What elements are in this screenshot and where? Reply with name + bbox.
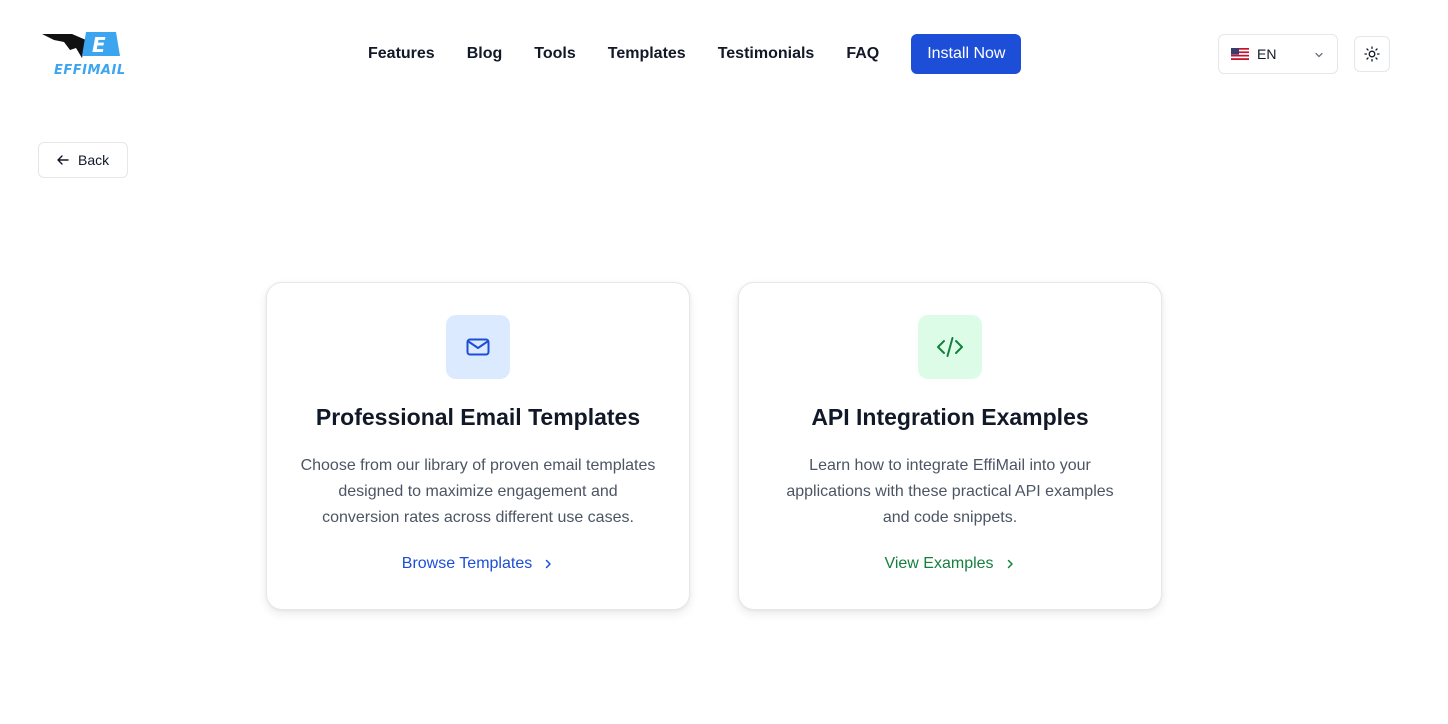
mail-icon-box <box>446 315 510 379</box>
nav-link-testimonials[interactable]: Testimonials <box>718 45 815 63</box>
view-examples-label: View Examples <box>884 555 994 572</box>
code-icon-box <box>918 315 982 379</box>
code-icon <box>937 337 963 357</box>
nav-link-blog[interactable]: Blog <box>467 45 503 63</box>
arrow-left-icon <box>57 155 69 165</box>
language-select[interactable]: EN <box>1218 34 1338 74</box>
us-flag-icon <box>1231 48 1249 60</box>
main-nav: Features Blog Tools Templates Testimonia… <box>368 34 1022 74</box>
nav-link-tools[interactable]: Tools <box>534 45 575 63</box>
chevron-right-icon <box>1007 559 1013 569</box>
sun-icon <box>1364 46 1380 62</box>
nav-link-features[interactable]: Features <box>368 45 435 63</box>
language-code: EN <box>1257 46 1277 62</box>
back-label: Back <box>78 152 110 168</box>
logo-wing-icon: E <box>42 32 120 58</box>
card-title: API Integration Examples <box>811 404 1089 430</box>
card-description: Choose from our library of proven email … <box>300 457 656 526</box>
logo-letter: E <box>92 33 106 57</box>
card-title: Professional Email Templates <box>315 404 641 430</box>
site-header: E EFFIMAIL Features Blog Tools Templates… <box>0 0 1448 108</box>
back-button[interactable]: Back <box>38 142 128 178</box>
logo-wordmark: EFFIMAIL <box>54 63 126 78</box>
api-examples-card: API Integration Examples Learn how to in… <box>738 282 1162 610</box>
nav-link-templates[interactable]: Templates <box>608 45 686 63</box>
effimail-logo[interactable]: E EFFIMAIL <box>42 30 132 82</box>
install-now-button[interactable]: Install Now <box>911 34 1022 74</box>
nav-link-faq[interactable]: FAQ <box>846 45 879 63</box>
mail-icon <box>466 338 490 356</box>
chevron-down-icon <box>1315 52 1323 58</box>
theme-toggle-button[interactable] <box>1354 36 1390 72</box>
card-description: Learn how to integrate EffiMail into you… <box>786 457 1114 526</box>
chevron-right-icon <box>545 559 551 569</box>
browse-templates-link[interactable]: Browse Templates <box>267 555 689 573</box>
view-examples-link[interactable]: View Examples <box>739 555 1161 573</box>
email-templates-card: Professional Email Templates Choose from… <box>266 282 690 610</box>
browse-templates-label: Browse Templates <box>401 555 533 572</box>
